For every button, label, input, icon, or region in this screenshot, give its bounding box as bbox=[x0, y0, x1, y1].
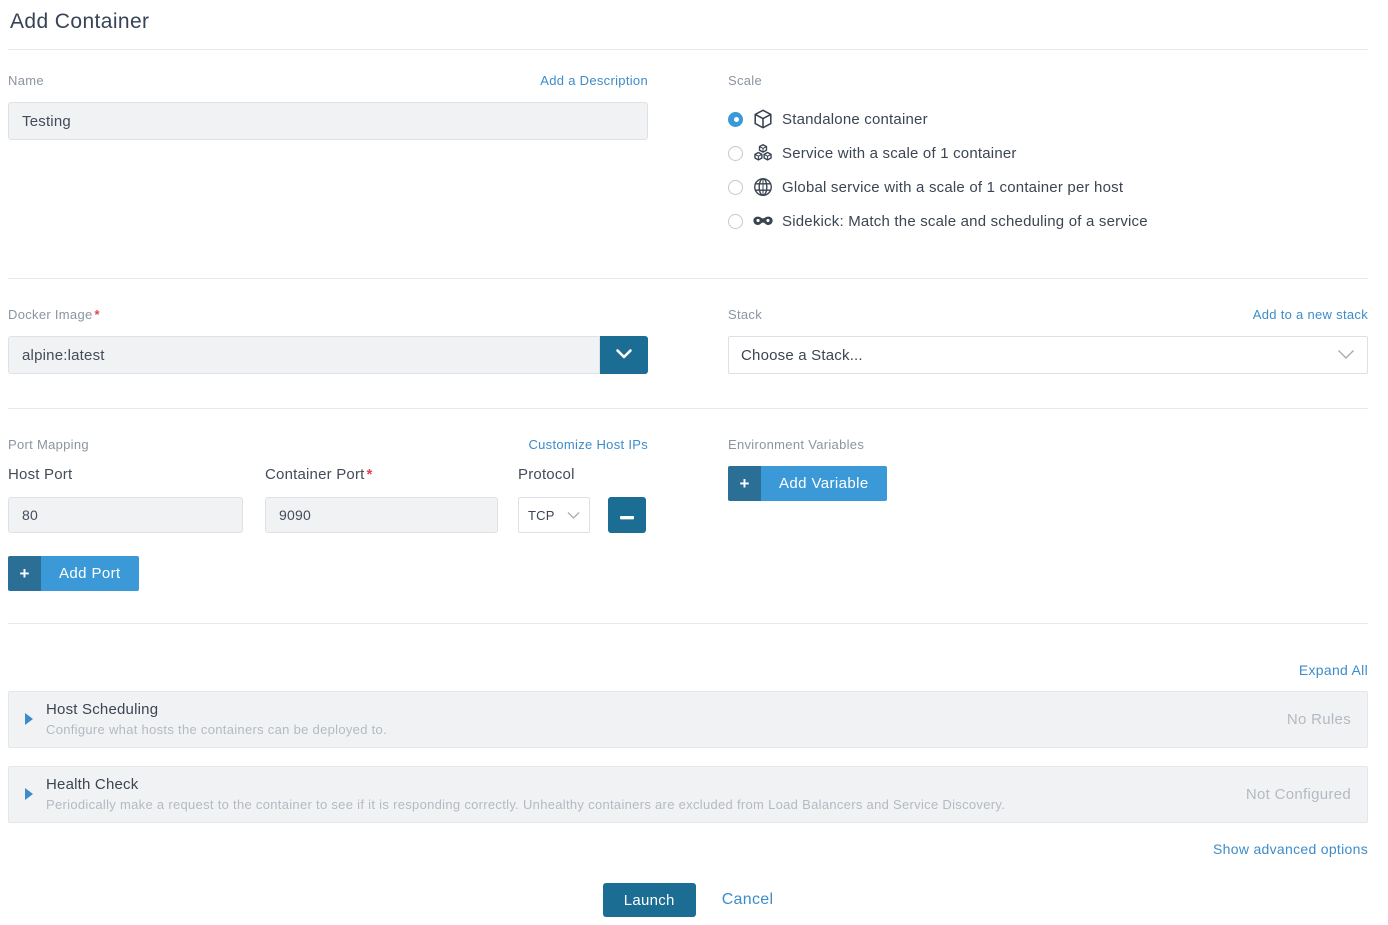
accordion-title: Host Scheduling bbox=[46, 701, 1263, 718]
section-divider bbox=[8, 623, 1368, 624]
name-field-group: Name Add a Description bbox=[8, 73, 648, 238]
radio-selected-icon[interactable] bbox=[728, 112, 743, 127]
scale-option-sidekick[interactable]: Sidekick: Match the scale and scheduling… bbox=[728, 204, 1368, 238]
port-mapping-group: Port Mapping Customize Host IPs Host Por… bbox=[8, 437, 648, 591]
docker-image-input[interactable] bbox=[8, 336, 600, 374]
cubes-icon bbox=[752, 142, 774, 164]
accordion-texts: Host Scheduling Configure what hosts the… bbox=[46, 701, 1263, 737]
customize-host-ips-link[interactable]: Customize Host IPs bbox=[528, 437, 648, 452]
scale-option-label: Sidekick: Match the scale and scheduling… bbox=[782, 213, 1148, 230]
stack-field-group: Stack Add to a new stack Choose a Stack.… bbox=[728, 307, 1368, 374]
globe-icon bbox=[752, 176, 774, 198]
protocol-field: Protocol TCP bbox=[518, 466, 590, 533]
add-variable-button[interactable]: + Add Variable bbox=[728, 466, 887, 501]
container-port-input[interactable] bbox=[265, 497, 498, 533]
add-variable-label: Add Variable bbox=[761, 466, 887, 501]
host-scheduling-accordion[interactable]: Host Scheduling Configure what hosts the… bbox=[8, 691, 1368, 748]
add-port-label: Add Port bbox=[41, 556, 139, 591]
docker-image-field-group: Docker Image* bbox=[8, 307, 648, 374]
host-port-input[interactable] bbox=[8, 497, 243, 533]
name-scale-section: Name Add a Description Scale bbox=[8, 50, 1368, 278]
scale-option-global[interactable]: Global service with a scale of 1 contain… bbox=[728, 170, 1368, 204]
radio-unselected-icon[interactable] bbox=[728, 214, 743, 229]
name-label: Name bbox=[8, 73, 44, 88]
scale-field-group: Scale Standalone container bbox=[728, 73, 1368, 238]
caret-right-icon bbox=[25, 713, 33, 725]
environment-variables-label: Environment Variables bbox=[728, 437, 864, 452]
environment-variables-group: Environment Variables + Add Variable bbox=[728, 437, 1368, 591]
scale-option-label: Standalone container bbox=[782, 111, 928, 128]
image-stack-section: Docker Image* Stack Add to a new stack bbox=[8, 279, 1368, 408]
docker-image-label: Docker Image* bbox=[8, 307, 100, 322]
protocol-select-value: TCP bbox=[528, 508, 555, 523]
health-check-accordion[interactable]: Health Check Periodically make a request… bbox=[8, 766, 1368, 823]
cancel-link[interactable]: Cancel bbox=[722, 891, 774, 909]
accordion-description: Configure what hosts the containers can … bbox=[46, 722, 1263, 737]
minus-icon bbox=[620, 508, 634, 523]
scale-option-service[interactable]: Service with a scale of 1 container bbox=[728, 136, 1368, 170]
accordion-title: Health Check bbox=[46, 776, 1222, 793]
chevron-down-icon bbox=[615, 348, 633, 363]
host-port-header: Host Port bbox=[8, 466, 243, 486]
caret-right-icon bbox=[25, 788, 33, 800]
protocol-select[interactable]: TCP bbox=[518, 497, 590, 533]
scale-option-label: Global service with a scale of 1 contain… bbox=[782, 179, 1123, 196]
docker-image-combo bbox=[8, 336, 648, 374]
required-asterisk: * bbox=[95, 307, 100, 322]
remove-port-button[interactable] bbox=[608, 497, 646, 533]
ports-env-section: Port Mapping Customize Host IPs Host Por… bbox=[8, 409, 1368, 623]
scale-label: Scale bbox=[728, 73, 762, 88]
stack-label: Stack bbox=[728, 307, 762, 322]
port-mapping-label: Port Mapping bbox=[8, 437, 89, 452]
expand-all-link[interactable]: Expand All bbox=[1299, 662, 1368, 678]
add-new-stack-link[interactable]: Add to a new stack bbox=[1253, 307, 1368, 322]
accordion-status: No Rules bbox=[1287, 711, 1351, 728]
required-asterisk: * bbox=[367, 466, 373, 483]
chevron-down-icon bbox=[1337, 347, 1355, 364]
accordion-status: Not Configured bbox=[1246, 786, 1351, 803]
footer-actions: Launch Cancel bbox=[8, 883, 1368, 917]
container-port-header: Container Port* bbox=[265, 466, 498, 486]
accordion-texts: Health Check Periodically make a request… bbox=[46, 776, 1222, 812]
stack-select[interactable]: Choose a Stack... bbox=[728, 336, 1368, 374]
scale-option-label: Service with a scale of 1 container bbox=[782, 145, 1017, 162]
host-port-field: Host Port bbox=[8, 466, 243, 533]
scale-option-standalone[interactable]: Standalone container bbox=[728, 102, 1368, 136]
add-port-button[interactable]: + Add Port bbox=[8, 556, 139, 591]
plus-icon: + bbox=[8, 556, 41, 591]
mask-icon bbox=[752, 210, 774, 232]
page-title: Add Container bbox=[8, 0, 1368, 49]
port-mapping-row: Host Port Container Port* Protocol TCP bbox=[8, 466, 648, 533]
show-advanced-options-link[interactable]: Show advanced options bbox=[1213, 841, 1368, 857]
add-description-link[interactable]: Add a Description bbox=[540, 73, 648, 88]
plus-icon: + bbox=[728, 466, 761, 501]
name-input[interactable] bbox=[8, 102, 648, 140]
accordion-description: Periodically make a request to the conta… bbox=[46, 797, 1222, 812]
stack-select-value: Choose a Stack... bbox=[741, 347, 863, 364]
chevron-down-icon bbox=[567, 508, 580, 523]
launch-button[interactable]: Launch bbox=[603, 883, 696, 917]
radio-unselected-icon[interactable] bbox=[728, 146, 743, 161]
protocol-header: Protocol bbox=[518, 466, 590, 486]
cube-icon bbox=[752, 108, 774, 130]
radio-unselected-icon[interactable] bbox=[728, 180, 743, 195]
docker-image-dropdown-button[interactable] bbox=[600, 336, 648, 374]
scale-radio-group: Standalone container S bbox=[728, 102, 1368, 238]
container-port-field: Container Port* bbox=[265, 466, 498, 533]
add-container-page: Add Container Name Add a Description Sca… bbox=[0, 0, 1388, 917]
